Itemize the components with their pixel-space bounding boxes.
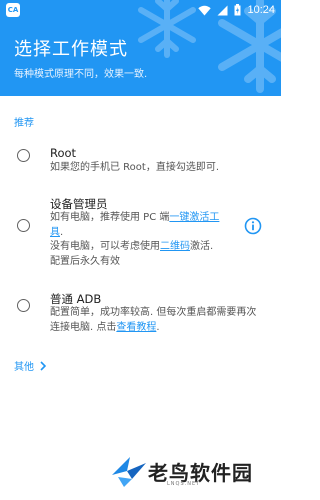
info-icon[interactable]: [244, 217, 262, 235]
option-title: 设备管理员: [50, 197, 108, 211]
watermark-url: LNQS.NET: [167, 481, 201, 487]
desc-text: .: [156, 321, 160, 333]
desc-text: 配置后永久有效: [50, 255, 120, 267]
option-description: 如有电脑，推荐使用 PC 端一键激活工 具. 没有电脑，可以考虑使用二维码激活.…: [50, 211, 266, 269]
watermark: 老鸟软件园 LNQS.NET: [110, 453, 253, 489]
desc-text: 如有电脑，推荐使用 PC 端: [50, 212, 170, 223]
qr-code-link[interactable]: 二维码: [160, 241, 190, 252]
radio-device-admin[interactable]: [17, 219, 30, 232]
mode-option-device-admin[interactable]: 设备管理员 如有电脑，推荐使用 PC 端一键激活工 具. 没有电脑，可以考虑使用…: [0, 195, 281, 270]
page-subtitle: 每种模式原理不同，效果一致.: [14, 69, 148, 80]
desc-text: .: [60, 226, 64, 238]
radio-root[interactable]: [17, 149, 30, 162]
desc-text: 没有电脑，可以考虑使用: [50, 241, 160, 252]
one-click-activate-tool-link[interactable]: 一键激活工: [169, 212, 219, 223]
one-click-activate-tool-link-cont[interactable]: 具: [50, 227, 60, 238]
watermark-text: 老鸟软件园: [148, 460, 253, 485]
page-title: 选择工作模式: [14, 39, 128, 60]
section-label-recommended: 推荐: [14, 118, 34, 129]
app-header: CA 10:24 选择工作模式 每种模式原理不同，效果一致.: [0, 0, 281, 96]
bird-logo-icon: [112, 457, 146, 487]
more-options-button[interactable]: 其他: [14, 358, 46, 373]
snowflake-decoration-icon: [138, 0, 196, 58]
app-notification-icon: CA: [6, 3, 20, 17]
chevron-right-icon: [40, 360, 46, 371]
option-title: Root: [50, 146, 77, 160]
mode-option-root[interactable]: Root 如果您的手机已 Root，直接勾选即可.: [0, 145, 281, 185]
view-tutorial-link[interactable]: 查看教程: [116, 322, 156, 333]
option-description: 配置简单，成功率较高. 但每次重启都需要再次连接电脑. 点击查看教程.: [50, 306, 266, 335]
more-label: 其他: [14, 362, 34, 373]
option-description: 如果您的手机已 Root，直接勾选即可.: [50, 162, 220, 173]
snowflake-decoration-icon: [218, 0, 281, 93]
desc-text: 激活.: [190, 241, 214, 252]
mode-option-adb[interactable]: 普通 ADB 配置简单，成功率较高. 但每次重启都需要再次连接电脑. 点击查看教…: [0, 290, 281, 335]
option-title: 普通 ADB: [50, 292, 102, 306]
radio-adb[interactable]: [17, 299, 30, 312]
